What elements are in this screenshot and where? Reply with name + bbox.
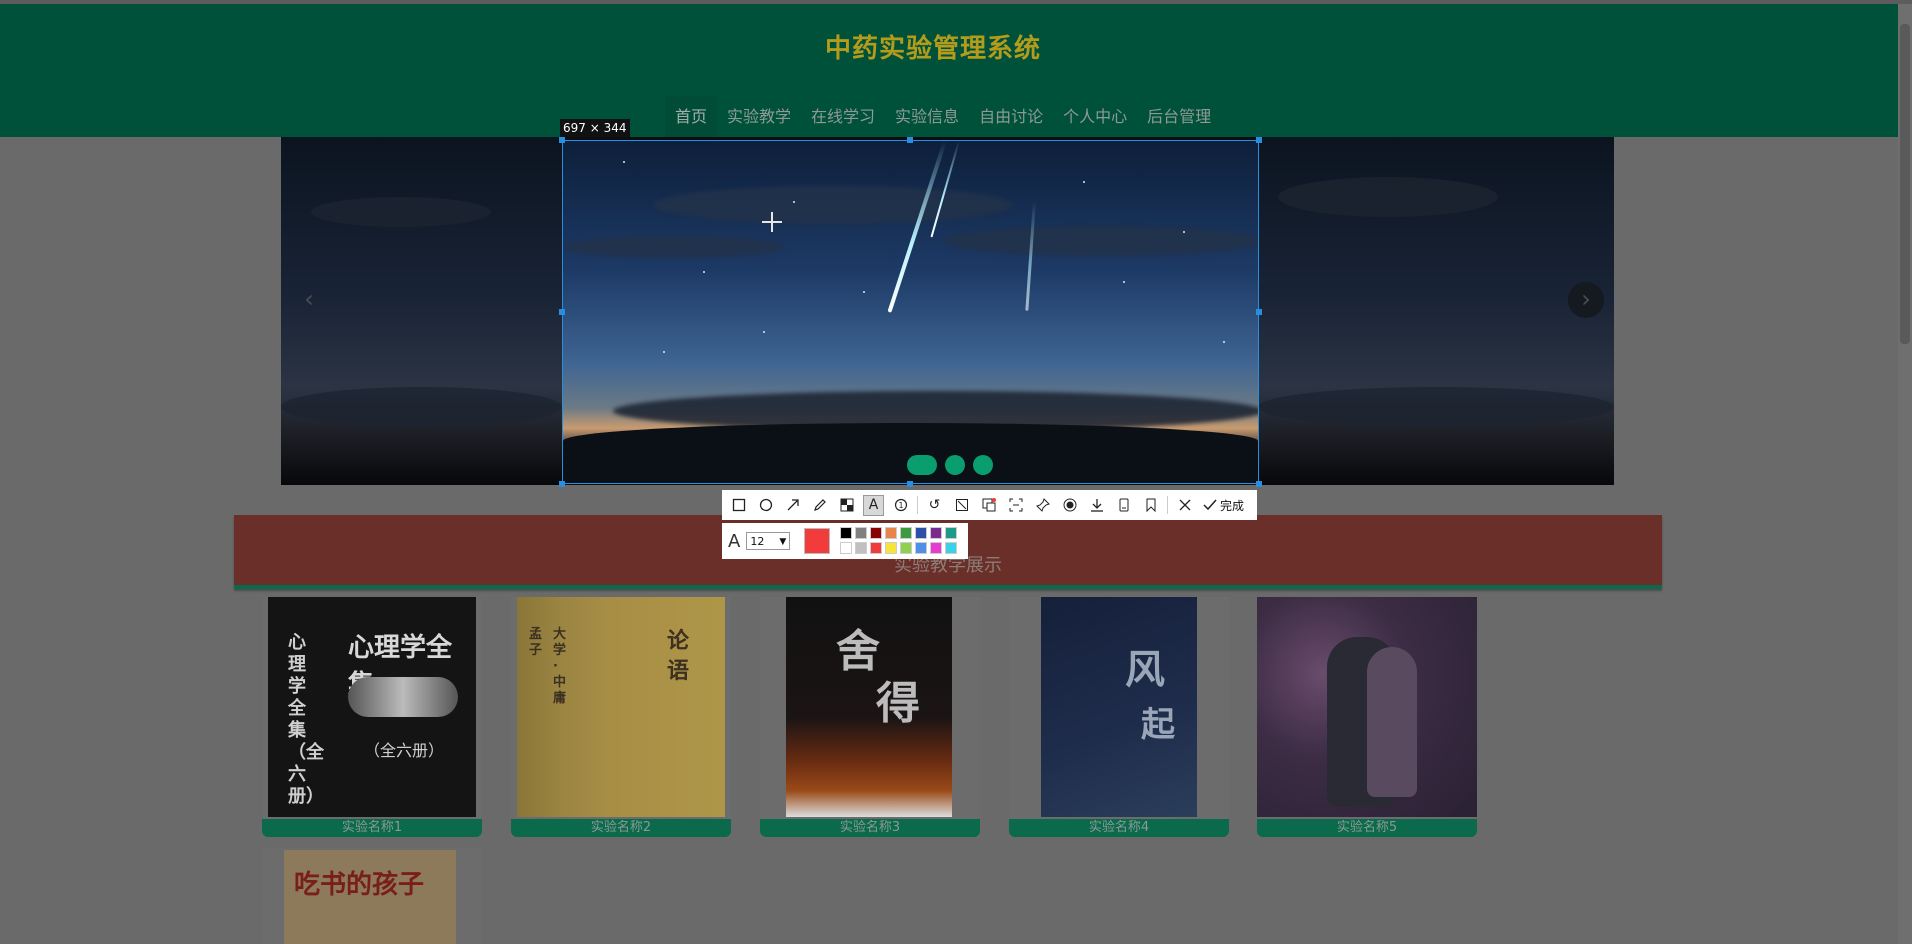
- text-options-bar: A 12 ▼: [722, 523, 968, 559]
- check-icon: [1203, 499, 1217, 511]
- experiment-card-3[interactable]: 舍 得 实验名称3: [760, 597, 980, 837]
- bookmark-icon[interactable]: [1140, 495, 1161, 516]
- font-icon: A: [728, 530, 741, 552]
- number-icon[interactable]: 1: [890, 495, 911, 516]
- color-swatch[interactable]: [840, 527, 853, 539]
- pin-icon[interactable]: [1032, 495, 1053, 516]
- nav-item-personal-center[interactable]: 个人中心: [1053, 96, 1137, 138]
- svg-text:1: 1: [898, 501, 903, 510]
- experiment-card-2[interactable]: 论语 孟子 大学·中庸 实验名称2: [511, 597, 731, 837]
- resize-handle-se[interactable]: [1256, 481, 1262, 487]
- card-cover-image: 心理学全集 （全六册） 心理学全集（全六册）: [268, 597, 476, 817]
- close-icon[interactable]: [1174, 495, 1195, 516]
- ocr-icon[interactable]: [978, 495, 999, 516]
- scroll-capture-icon[interactable]: [1005, 495, 1026, 516]
- color-swatch[interactable]: [930, 542, 943, 554]
- undo-icon[interactable]: ↺: [924, 495, 945, 516]
- color-swatch[interactable]: [885, 527, 898, 539]
- move-cursor-icon: [762, 212, 782, 232]
- text-icon[interactable]: A: [863, 494, 884, 516]
- card-cover-image: 舍 得: [786, 597, 952, 817]
- page-scrollbar[interactable]: [1898, 4, 1912, 944]
- resize-handle-e[interactable]: [1256, 309, 1262, 315]
- toolbar-separator: [917, 496, 918, 514]
- nav-item-home[interactable]: 首页: [665, 96, 718, 138]
- done-label: 完成: [1220, 498, 1245, 513]
- color-swatch[interactable]: [870, 527, 883, 539]
- record-icon[interactable]: [1059, 495, 1080, 516]
- chevron-down-icon: ▼: [779, 537, 787, 547]
- selection-size-label: 697 × 344: [560, 119, 630, 137]
- color-swatch[interactable]: [840, 542, 853, 554]
- rectangle-icon[interactable]: [728, 495, 749, 516]
- resize-handle-w[interactable]: [559, 309, 565, 315]
- pencil-icon[interactable]: [809, 495, 830, 516]
- color-swatch[interactable]: [855, 527, 868, 539]
- site-header: 中药实验管理系统 首页 实验教学 在线学习 实验信息 自由讨论 个人中心 后台管…: [0, 4, 1898, 138]
- font-size-select[interactable]: 12 ▼: [746, 532, 791, 550]
- carousel-next-icon[interactable]: ›: [1568, 282, 1604, 318]
- card-label: 实验名称2: [511, 819, 731, 837]
- main-nav: 首页 实验教学 在线学习 实验信息 自由讨论 个人中心 后台管理: [665, 96, 1221, 138]
- capture-selection[interactable]: [562, 140, 1259, 484]
- carousel-dot-3[interactable]: [973, 455, 993, 475]
- color-swatch[interactable]: [855, 542, 868, 554]
- card-cover-image: 论语 孟子 大学·中庸: [517, 597, 725, 817]
- color-swatch[interactable]: [900, 527, 913, 539]
- resize-handle-nw[interactable]: [559, 137, 565, 143]
- done-button[interactable]: 完成: [1203, 497, 1244, 514]
- resize-handle-ne[interactable]: [1256, 137, 1262, 143]
- experiment-card-1[interactable]: 心理学全集 （全六册） 心理学全集（全六册） 实验名称1: [262, 597, 482, 837]
- scrollbar-thumb[interactable]: [1900, 24, 1910, 344]
- toolbar-separator: [1167, 496, 1168, 514]
- save-icon[interactable]: [1113, 495, 1134, 516]
- card-cover-image: 吃书的孩子: [284, 850, 456, 944]
- nav-item-experiment-teaching[interactable]: 实验教学: [717, 96, 801, 138]
- nav-item-discussion[interactable]: 自由讨论: [969, 96, 1053, 138]
- nav-item-admin[interactable]: 后台管理: [1137, 96, 1221, 138]
- carousel-dot-2[interactable]: [945, 455, 965, 475]
- download-icon[interactable]: [1086, 495, 1107, 516]
- experiment-card-5[interactable]: 实验名称5: [1257, 597, 1477, 837]
- card-label: 实验名称5: [1257, 819, 1477, 837]
- experiment-card-6[interactable]: 吃书的孩子: [262, 848, 482, 944]
- color-swatch[interactable]: [915, 527, 928, 539]
- ellipse-icon[interactable]: [755, 495, 776, 516]
- color-swatch[interactable]: [945, 527, 958, 539]
- card-cover-image: 风 起: [1041, 597, 1197, 817]
- color-swatch[interactable]: [915, 542, 928, 554]
- carousel-dot-1[interactable]: [907, 455, 937, 475]
- resize-handle-s[interactable]: [907, 481, 913, 487]
- card-cover-image: [1257, 597, 1477, 817]
- color-swatch[interactable]: [930, 527, 943, 539]
- current-color-swatch[interactable]: [804, 528, 831, 554]
- carousel-indicators: [907, 455, 993, 475]
- color-swatch[interactable]: [870, 542, 883, 554]
- card-label: 实验名称1: [262, 819, 482, 837]
- font-size-value: 12: [750, 535, 765, 548]
- color-swatch[interactable]: [945, 542, 958, 554]
- experiment-card-4[interactable]: 风 起 实验名称4: [1009, 597, 1229, 837]
- site-title: 中药实验管理系统: [824, 34, 1041, 64]
- carousel-prev-icon[interactable]: ‹: [291, 282, 327, 318]
- capture-toolbar: A 1 ↺ 完成: [722, 490, 1257, 520]
- color-swatch[interactable]: [885, 542, 898, 554]
- card-label: 实验名称3: [760, 819, 980, 837]
- resize-handle-n[interactable]: [907, 137, 913, 143]
- arrow-icon[interactable]: [782, 495, 803, 516]
- clear-icon[interactable]: [951, 495, 972, 516]
- nav-item-online-learning[interactable]: 在线学习: [801, 96, 885, 138]
- color-swatch[interactable]: [900, 542, 913, 554]
- color-palette: [840, 527, 958, 555]
- banner-image-right: [1258, 137, 1614, 485]
- card-label: 实验名称4: [1009, 819, 1229, 837]
- mosaic-icon[interactable]: [836, 495, 857, 516]
- resize-handle-sw[interactable]: [559, 481, 565, 487]
- nav-item-experiment-info[interactable]: 实验信息: [885, 96, 969, 138]
